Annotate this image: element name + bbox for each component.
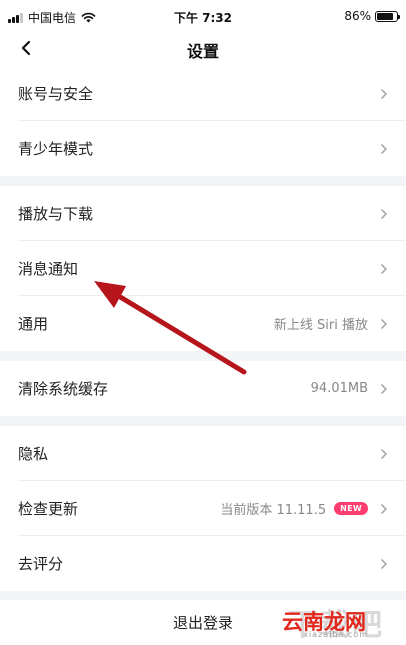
chevron-right-icon bbox=[380, 447, 388, 461]
chevron-right-icon bbox=[380, 87, 388, 101]
battery-percent: 86% bbox=[344, 9, 371, 23]
row-privacy[interactable]: 隐私 bbox=[0, 426, 406, 481]
cache-size-value: 94.01MB bbox=[310, 381, 368, 396]
chevron-right-icon bbox=[380, 317, 388, 331]
row-account-security[interactable]: 账号与安全 bbox=[0, 66, 406, 121]
section-separator bbox=[0, 351, 406, 361]
chevron-right-icon bbox=[380, 557, 388, 571]
version-value: 当前版本 11.11.5 bbox=[220, 503, 327, 518]
logout-label: 退出登录 bbox=[172, 614, 233, 632]
row-label: 清除系统缓存 bbox=[18, 380, 109, 398]
row-rate-app[interactable]: 去评分 bbox=[0, 536, 406, 591]
chevron-right-icon bbox=[380, 502, 388, 516]
page-title: 设置 bbox=[186, 42, 219, 61]
row-clear-cache[interactable]: 清除系统缓存 94.01MB bbox=[0, 361, 406, 416]
settings-group-cache: 清除系统缓存 94.01MB bbox=[0, 361, 406, 416]
row-label: 青少年模式 bbox=[18, 140, 94, 158]
row-label: 账号与安全 bbox=[18, 85, 94, 103]
chevron-right-icon bbox=[380, 207, 388, 221]
row-value: 新上线 Siri 播放 bbox=[273, 318, 368, 333]
nav-bar: 设置 bbox=[0, 30, 406, 66]
row-label: 播放与下载 bbox=[18, 205, 94, 223]
row-label: 通用 bbox=[18, 315, 49, 333]
new-badge: NEW bbox=[334, 502, 368, 515]
row-label: 检查更新 bbox=[18, 500, 79, 518]
row-label: 去评分 bbox=[18, 555, 64, 573]
chevron-right-icon bbox=[380, 262, 388, 276]
chevron-right-icon bbox=[380, 142, 388, 156]
row-check-update[interactable]: 检查更新 当前版本 11.11.5 NEW bbox=[0, 481, 406, 536]
row-label: 消息通知 bbox=[18, 260, 79, 278]
row-notifications[interactable]: 消息通知 bbox=[0, 241, 406, 296]
settings-group-account: 账号与安全 青少年模式 bbox=[0, 66, 406, 176]
settings-group-about: 隐私 检查更新 当前版本 11.11.5 NEW 去评分 bbox=[0, 426, 406, 591]
watermark-sub-text: xiazaiba.com bbox=[303, 630, 368, 639]
row-play-download[interactable]: 播放与下载 bbox=[0, 186, 406, 241]
section-separator bbox=[0, 176, 406, 186]
section-separator bbox=[0, 591, 406, 600]
section-separator bbox=[0, 416, 406, 426]
row-label: 隐私 bbox=[18, 445, 49, 463]
row-general[interactable]: 通用 新上线 Siri 播放 bbox=[0, 296, 406, 351]
chevron-right-icon bbox=[380, 382, 388, 396]
watermark: 下载吧 云南龙网 xiazaiba.com bbox=[257, 600, 392, 645]
battery-icon bbox=[375, 10, 400, 22]
status-right: 86% bbox=[344, 9, 400, 23]
row-youth-mode[interactable]: 青少年模式 bbox=[0, 121, 406, 176]
settings-group-playback: 播放与下载 消息通知 通用 新上线 Siri 播放 bbox=[0, 186, 406, 351]
